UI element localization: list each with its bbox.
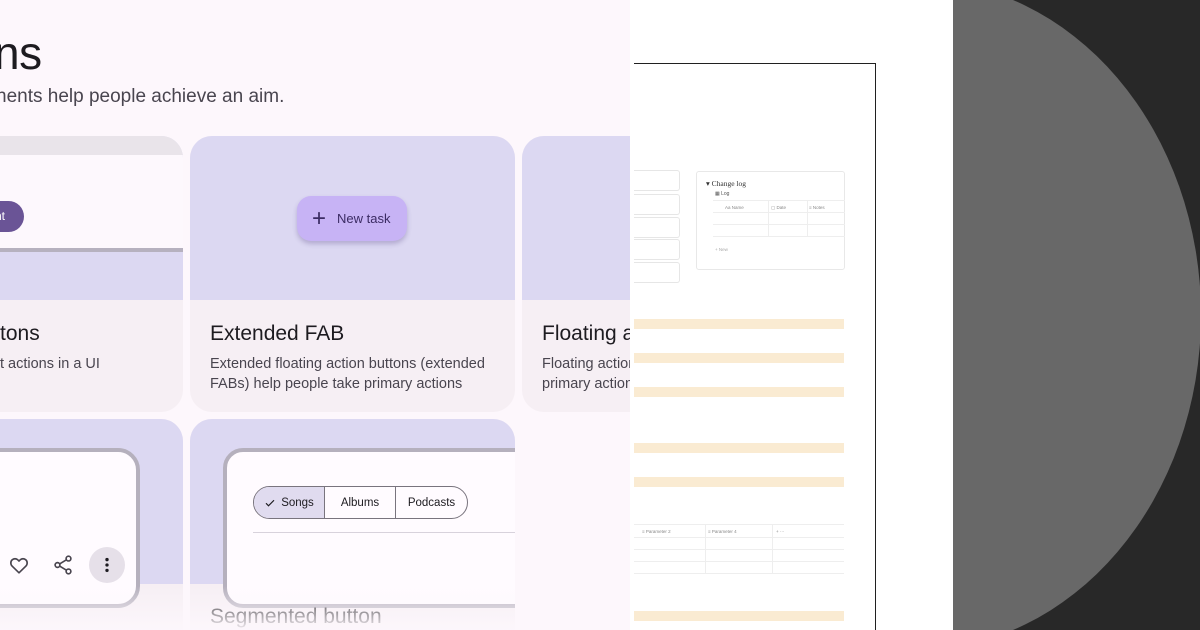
card-title: Floating a <box>542 322 630 345</box>
changelog-block: ▾ Change log ▦ Log Aa Name ▢ Date ≡ Note… <box>696 171 845 270</box>
document-page: ▾ Change log ▦ Log Aa Name ▢ Date ≡ Note… <box>634 63 876 630</box>
more-vert-icon <box>89 547 125 583</box>
highlight-bar <box>634 477 844 487</box>
card-art: + New task <box>190 136 515 300</box>
highlight-bar <box>634 319 844 329</box>
card-description: t actions in a UI <box>0 356 100 372</box>
highlight-bar <box>634 353 844 363</box>
common-buttons-card[interactable]: nt tons t actions in a UI <box>0 136 183 412</box>
log-label: ▦ Log <box>715 191 730 197</box>
page-subtitle: nents help people achieve an aim. <box>0 86 285 107</box>
page-title: ns <box>0 27 42 79</box>
highlight-bar <box>634 387 844 397</box>
card-title: tons <box>0 322 40 345</box>
dark-panel <box>953 0 1200 630</box>
form-field <box>634 194 680 215</box>
card-title: Extended FAB <box>210 322 345 345</box>
phone-frame <box>0 448 140 608</box>
card-art: Songs Albums Podcasts <box>190 419 515 608</box>
changelog-title: ▾ Change log <box>706 179 747 188</box>
plus-icon: + <box>312 204 327 232</box>
phone-frame: Songs Albums Podcasts <box>223 448 515 608</box>
grey-disc <box>953 0 1200 630</box>
segment-albums: Albums <box>325 487 396 518</box>
card-description: Floating action primary actions <box>542 356 630 392</box>
changelog-table: Aa Name ▢ Date ≡ Notes <box>713 200 845 237</box>
form-field <box>634 262 680 283</box>
highlight-bar <box>634 611 844 621</box>
card-art <box>0 419 183 608</box>
fab-card[interactable]: Floating a Floating action primary actio… <box>522 136 630 412</box>
card-title: Segmented button <box>210 605 382 628</box>
form-field <box>634 217 680 238</box>
share-icon <box>45 547 81 583</box>
new-row-link: + New <box>715 247 728 252</box>
highlight-bar <box>634 443 844 453</box>
segmented-button: Songs Albums Podcasts <box>253 486 468 519</box>
parameter-table: ≡ Parameter 2 ≡ Parameter 4 + ··· <box>634 524 844 574</box>
card-art: nt <box>0 136 183 300</box>
form-field <box>634 170 680 191</box>
heart-icon <box>1 547 37 583</box>
fab-label: New task <box>337 211 391 226</box>
extended-fab-card[interactable]: + New task Extended FAB Extended floatin… <box>190 136 515 412</box>
m3-buttons-page: ns nents help people achieve an aim. nt … <box>0 0 630 630</box>
segmented-button-card[interactable]: Songs Albums Podcasts Segmented button <box>190 419 515 630</box>
form-field <box>634 239 680 260</box>
extended-fab-sample: + New task <box>297 196 407 241</box>
card-art <box>522 136 630 300</box>
segment-songs: Songs <box>254 487 325 518</box>
check-icon <box>265 499 275 507</box>
segment-podcasts: Podcasts <box>407 496 456 509</box>
icon-buttons-card[interactable] <box>0 419 183 630</box>
card-description: Extended floating action buttons (extend… <box>210 356 485 392</box>
